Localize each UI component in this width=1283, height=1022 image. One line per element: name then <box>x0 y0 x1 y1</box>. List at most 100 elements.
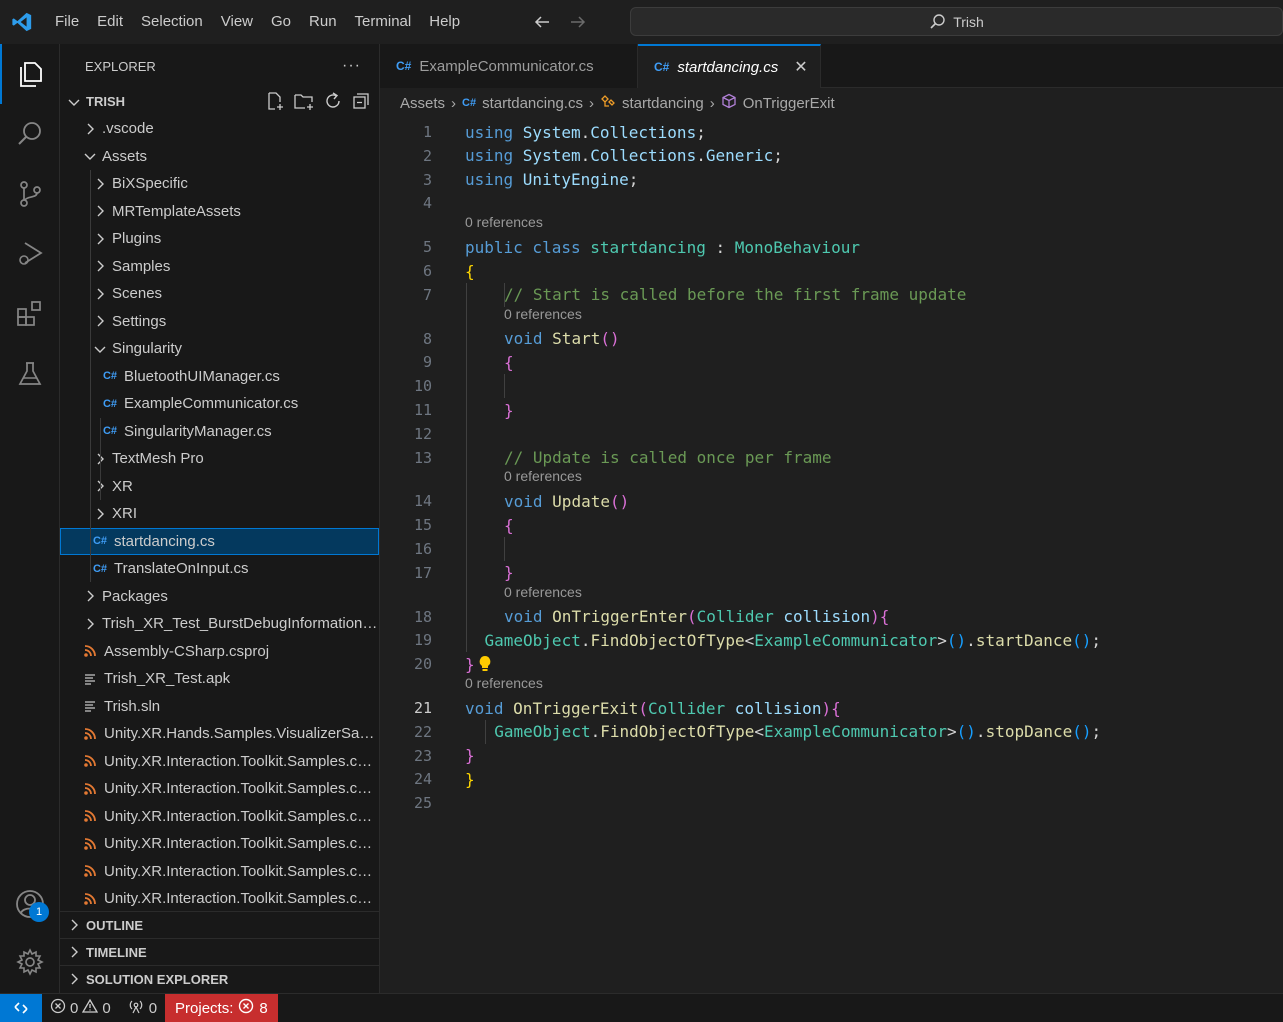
folder-trish-xr-test-burstdebuginformation-donotship[interactable]: Trish_XR_Test_BurstDebugInformation_DoNo… <box>60 610 379 638</box>
back-arrow-icon[interactable] <box>531 11 553 33</box>
file-bluetoothuimanager-cs[interactable]: C# BluetoothUIManager.cs <box>60 363 379 391</box>
code-line[interactable]: 23} <box>380 744 1283 768</box>
timeline-panel-header[interactable]: TIMELINE <box>60 938 379 965</box>
file-startdancing-cs[interactable]: C# startdancing.cs <box>60 527 379 555</box>
code-line[interactable]: 13 // Update is called once per frame <box>380 446 1283 470</box>
file-unity-xr-interaction-toolkit-samples-csproj[interactable]: Unity.XR.Interaction.Toolkit.Samples.csp… <box>60 830 379 858</box>
file-unity-xr-interaction-toolkit-samples-csproj[interactable]: Unity.XR.Interaction.Toolkit.Samples.csp… <box>60 803 379 831</box>
forward-arrow-icon[interactable] <box>567 11 589 33</box>
code-line[interactable]: 1 using System.Collections; <box>380 120 1283 144</box>
folder-assets[interactable]: Assets <box>60 143 379 171</box>
lightbulb-icon[interactable] <box>478 655 492 677</box>
code-line[interactable]: 14 void Update() <box>380 489 1283 513</box>
code-line[interactable]: 10 <box>380 374 1283 398</box>
accounts-icon[interactable] <box>0 874 60 934</box>
code-line[interactable]: 24} <box>380 767 1283 791</box>
code-line[interactable]: 20} <box>380 652 1283 676</box>
command-center-search[interactable]: Trish <box>630 7 1283 36</box>
code-line[interactable]: 11} <box>380 398 1283 422</box>
file-trish-sln[interactable]: Trish.sln <box>60 693 379 721</box>
code-line[interactable]: 22 GameObject.FindObjectOfType<ExampleCom… <box>380 720 1283 744</box>
breadcrumb-item-assets[interactable]: Assets <box>400 95 445 112</box>
code-line[interactable]: 12 <box>380 422 1283 446</box>
codelens-references[interactable]: 0 references <box>504 306 582 326</box>
line-number: 13 <box>413 448 432 467</box>
folder-settings[interactable]: Settings <box>60 308 379 336</box>
code-line[interactable]: 2 using System.Collections.Generic; <box>380 144 1283 168</box>
extensions-icon[interactable] <box>0 284 60 344</box>
file-unity-xr-interaction-toolkit-samples-csproj[interactable]: Unity.XR.Interaction.Toolkit.Samples.csp… <box>60 885 379 913</box>
file-unity-xr-interaction-toolkit-samples-csproj[interactable]: Unity.XR.Interaction.Toolkit.Samples.csp… <box>60 748 379 776</box>
code-line[interactable]: 18 void OnTriggerEnter(Collider collision… <box>380 605 1283 629</box>
codelens-references[interactable]: 0 references <box>465 675 543 695</box>
folder-packages[interactable]: Packages <box>60 583 379 611</box>
folder-textmesh-pro[interactable]: TextMesh Pro <box>60 445 379 473</box>
folder-xr[interactable]: XR <box>60 473 379 501</box>
new-file-icon[interactable] <box>265 91 285 114</box>
code-line[interactable]: 5 public class startdancing : MonoBehavio… <box>380 235 1283 259</box>
code-line[interactable]: 17} <box>380 561 1283 585</box>
close-tab-icon[interactable]: ✕ <box>794 57 807 77</box>
folder-plugins[interactable]: Plugins <box>60 225 379 253</box>
menu-terminal[interactable]: Terminal <box>346 0 421 44</box>
testing-flask-icon[interactable] <box>0 344 60 404</box>
code-line[interactable]: 9{ <box>380 350 1283 374</box>
manage-gear-icon[interactable] <box>0 932 60 992</box>
file-trish-xr-test-apk[interactable]: Trish_XR_Test.apk <box>60 665 379 693</box>
workspace-folder-header[interactable]: TRISH <box>60 88 379 115</box>
tab-startdancing[interactable]: C# startdancing.cs ✕ <box>638 44 821 88</box>
codelens-references[interactable]: 0 references <box>504 468 582 488</box>
file-unity-xr-interaction-toolkit-samples-csproj[interactable]: Unity.XR.Interaction.Toolkit.Samples.csp… <box>60 775 379 803</box>
code-line[interactable]: 3 using UnityEngine; <box>380 168 1283 192</box>
folder-mrtemplateassets[interactable]: MRTemplateAssets <box>60 198 379 226</box>
folder-singularity[interactable]: Singularity <box>60 335 379 363</box>
file-singularitymanager-cs[interactable]: C# SingularityManager.cs <box>60 418 379 446</box>
collapse-all-icon[interactable] <box>351 91 371 114</box>
problems-indicator[interactable]: 0 0 <box>42 994 119 1022</box>
folder-vscode[interactable]: .vscode <box>60 115 379 143</box>
breadcrumb-item-class[interactable]: startdancing <box>622 95 704 112</box>
code-line[interactable]: 21 void OnTriggerExit(Collider collision)… <box>380 696 1283 720</box>
menu-file[interactable]: File <box>46 0 88 44</box>
code-line[interactable]: 7 // Start is called before the first fra… <box>380 283 1283 307</box>
file-assembly-csharp-csproj[interactable]: Assembly-CSharp.csproj <box>60 638 379 666</box>
codelens-references[interactable]: 0 references <box>504 584 582 604</box>
folder-samples[interactable]: Samples <box>60 253 379 281</box>
source-control-icon[interactable] <box>0 164 60 224</box>
code-line[interactable]: 8 void Start() <box>380 327 1283 351</box>
folder-scenes[interactable]: Scenes <box>60 280 379 308</box>
explorer-icon[interactable] <box>0 44 60 104</box>
breadcrumb-item-file[interactable]: startdancing.cs <box>482 95 583 112</box>
code-line[interactable]: 25 <box>380 791 1283 815</box>
remote-indicator-icon[interactable] <box>0 994 42 1022</box>
file-unity-xr-hands-samples-visualizersample-csproj[interactable]: Unity.XR.Hands.Samples.VisualizerSample.… <box>60 720 379 748</box>
solution-explorer-panel-header[interactable]: SOLUTION EXPLORER <box>60 965 379 992</box>
breadcrumb-item-method[interactable]: OnTriggerExit <box>743 95 835 112</box>
file-examplecommunicator-cs[interactable]: C# ExampleCommunicator.cs <box>60 390 379 418</box>
folder-bixspecific[interactable]: BiXSpecific <box>60 170 379 198</box>
refresh-icon[interactable] <box>323 91 343 114</box>
code-line[interactable]: 4 <box>380 191 1283 215</box>
code-line[interactable]: 15 { <box>380 513 1283 537</box>
menu-run[interactable]: Run <box>300 0 346 44</box>
tab-example-communicator[interactable]: C# ExampleCommunicator.cs <box>380 44 638 88</box>
outline-panel-header[interactable]: OUTLINE <box>60 911 379 938</box>
menu-go[interactable]: Go <box>262 0 300 44</box>
menu-view[interactable]: View <box>212 0 262 44</box>
codelens-references[interactable]: 0 references <box>465 214 543 234</box>
new-folder-icon[interactable] <box>293 91 315 114</box>
file-unity-xr-interaction-toolkit-samples-csproj[interactable]: Unity.XR.Interaction.Toolkit.Samples.csp… <box>60 858 379 886</box>
search-view-icon[interactable] <box>0 104 60 164</box>
menu-selection[interactable]: Selection <box>132 0 212 44</box>
code-line[interactable]: 16 <box>380 537 1283 561</box>
ports-indicator[interactable]: 0 <box>119 994 165 1022</box>
file-translateoninput-cs[interactable]: C# TranslateOnInput.cs <box>60 555 379 583</box>
projects-status[interactable]: Projects: 8 <box>165 994 278 1022</box>
folder-xri[interactable]: XRI <box>60 500 379 528</box>
run-debug-icon[interactable] <box>0 224 60 284</box>
menu-edit[interactable]: Edit <box>88 0 132 44</box>
code-line[interactable]: 19 GameObject. FindObjectOfType<ExampleCom… <box>380 628 1283 652</box>
more-actions-icon[interactable]: ··· <box>342 57 361 75</box>
menu-help[interactable]: Help <box>420 0 469 44</box>
code-line[interactable]: 6{ <box>380 259 1283 283</box>
